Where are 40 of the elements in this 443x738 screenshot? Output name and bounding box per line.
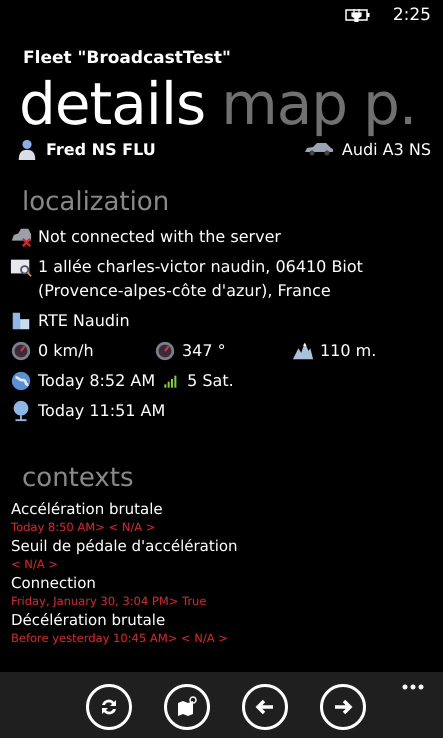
location-text: Today 11:51 AM — [38, 400, 166, 422]
clock-time: 2:25 — [392, 5, 431, 25]
pivot-tab[interactable]: map — [221, 72, 348, 136]
location-text: 5 Sat. — [187, 370, 234, 392]
context-value: Before yesterday 10:45 AM> < N/A > — [11, 630, 229, 647]
context-value: Friday, January 30, 3:04 PM> True — [11, 593, 208, 610]
car-crossed-icon — [10, 226, 32, 248]
context-name: Seuil de pédale d'accélération — [11, 536, 239, 556]
context-name: Décélération brutale — [11, 610, 166, 630]
back-button[interactable] — [242, 684, 288, 730]
location-text: 110 m. — [320, 340, 376, 362]
battery-charging-icon — [344, 8, 371, 22]
refresh-button[interactable] — [86, 684, 132, 730]
building-icon — [10, 310, 32, 332]
globe-icon — [10, 370, 32, 392]
location-text: 1 allée charles-victor naudin, 06410 Biot (Provence-alpes-côte d'azur), France — [38, 256, 364, 302]
more-icon[interactable] — [402, 684, 424, 690]
context-value: < N/A > — [11, 556, 59, 573]
location-text: RTE Naudin — [38, 310, 130, 332]
person-icon — [16, 138, 38, 160]
pivot-tab[interactable]: details — [19, 72, 206, 136]
location-text: 0 km/h — [38, 340, 94, 362]
signal-bars-icon — [163, 373, 180, 389]
mountain-icon — [292, 340, 314, 362]
map-button[interactable] — [164, 684, 210, 730]
car-icon — [304, 142, 334, 156]
location-text: Not connected with the server — [38, 226, 282, 248]
forward-button[interactable] — [320, 684, 366, 730]
location-text: 347 ° — [182, 340, 226, 362]
pivot-tab[interactable]: p. — [363, 72, 416, 136]
driver-name: Fred NS FLU — [46, 140, 156, 158]
context-name: Connection — [11, 573, 97, 593]
context-value: Today 8:50 AM> < N/A > — [11, 519, 156, 536]
location-text: Today 8:52 AM — [38, 370, 156, 392]
gauge-icon — [10, 340, 32, 362]
section-heading: contexts — [22, 463, 135, 493]
context-name: Accélération brutale — [11, 499, 164, 519]
section-heading: localization — [22, 187, 170, 217]
app-title: Fleet "BroadcastTest" — [23, 48, 232, 68]
vehicle-name: Audi A3 NS — [342, 140, 431, 158]
